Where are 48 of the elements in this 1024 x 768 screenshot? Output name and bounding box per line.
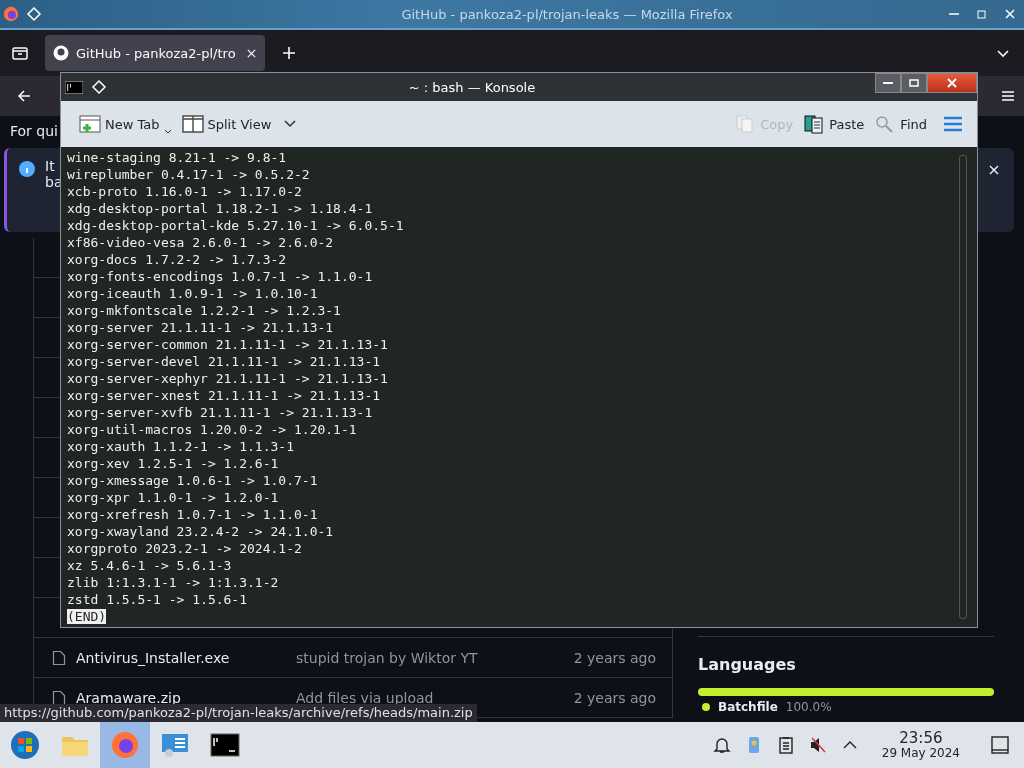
terminal-line: xorg-server-xnest 21.1.11-1 -> 21.1.13-1 [67,387,382,404]
commit-message-link[interactable]: Add files via upload [296,689,574,706]
terminal-line: zlib 1:1.3.1-1 -> 1:1.3.1-2 [67,574,280,591]
notice-text: It [45,158,56,174]
section-heading: Languages [698,636,994,674]
terminal-line: wireplumber 0.4.17-1 -> 0.5.2-2 [67,166,311,183]
terminal-line: xf86-video-vesa 2.6.0-1 -> 2.6.0-2 [67,234,335,251]
hint-text: For qui [9,122,58,141]
terminal-line: xorg-server-devel 21.1.11-1 -> 21.1.13-1 [67,353,382,370]
terminal-line: xorg-xwayland 23.2.4-2 -> 24.1.0-1 [67,523,335,540]
terminal-line: xorg-xpr 1.1.0-1 -> 1.2.0-1 [67,489,280,506]
paste-button[interactable]: Paste [801,109,867,139]
terminal-line: xz 5.4.6-1 -> 5.6.1-3 [67,557,233,574]
terminal-line: zstd 1.5.5-1 -> 1.5.6-1 [67,591,248,608]
language-name[interactable]: Batchfile [718,700,778,714]
terminal-line: xorg-mkfontscale 1.2.2-1 -> 1.2.3-1 [67,302,342,319]
new-tab-button[interactable]: New Tab [77,109,174,139]
split-view-button[interactable]: Split View [179,109,274,139]
commit-message-link[interactable]: stupid trojan by Wiktor YT [296,649,574,666]
terminal-line: xorg-server-xephyr 21.1.11-1 -> 21.1.13-1 [67,370,389,387]
terminal-line: xorg-xauth 1.1.2-1 -> 1.1.3-1 [67,438,295,455]
terminal-line: xdg-desktop-portal 1.18.2-1 -> 1.18.4-1 [67,200,374,217]
terminal-line: xorg-iceauth 1.0.9-1 -> 1.0.10-1 [67,285,319,302]
window-title: GitHub - pankoza2-pl/trojan-leaks — Mozilla Firefox [400,6,734,22]
file-name-link[interactable]: Aramaware.zip [76,689,296,706]
find-button[interactable]: Find [872,109,929,139]
browser-tab[interactable]: GitHub - pankoza2-pl/tro [45,35,265,71]
terminal-line: xorg-server 21.1.11-1 -> 21.1.13-1 [67,319,335,336]
terminal-line: xorg-docs 1.7.2-2 -> 1.7.3-2 [67,251,288,268]
terminal-line: xorg-xrefresh 1.0.7-1 -> 1.1.0-1 [67,506,319,523]
language-percent: 100.0% [785,700,832,714]
file-name-link[interactable]: Antivirus_Installer.exe [76,649,296,666]
terminal-line: xorg-xmessage 1.0.6-1 -> 1.0.7-1 [67,472,319,489]
commit-time: 2 years ago [573,689,656,706]
terminal-line: xorg-server-xvfb 21.1.11-1 -> 21.1.13-1 [67,404,374,421]
clock[interactable]: 23:56 29 May 2024 [881,730,960,760]
terminal-line: xcb-proto 1.16.0-1 -> 1.17.0-2 [67,183,303,200]
terminal-line: xorg-util-macros 1.20.0-2 -> 1.20.1-1 [67,421,358,438]
pager-prompt: (END) [67,609,107,624]
terminal-line: xorg-xev 1.2.5-1 -> 1.2.6-1 [67,455,280,472]
terminal-line: xdg-desktop-portal-kde 5.27.10-1 -> 6.0.5-1 [67,217,405,234]
terminal-line: xorg-server-common 21.1.11-1 -> 21.1.13-1 [67,336,389,353]
terminal-line: wine-staging 8.21-1 -> 9.8-1 [67,149,288,166]
terminal-line: xorgproto 2023.2-1 -> 2024.1-2 [67,540,303,557]
status-url: https://github.com/pankoza2-pl/trojan-leaks/archive/refs/heads/main.zip [0,704,477,722]
terminal-line: xorg-fonts-encodings 1.0.7-1 -> 1.1.0-1 [67,268,374,285]
window-title: ~ : bash — Konsole [407,79,537,95]
commit-time: 2 years ago [573,649,656,666]
